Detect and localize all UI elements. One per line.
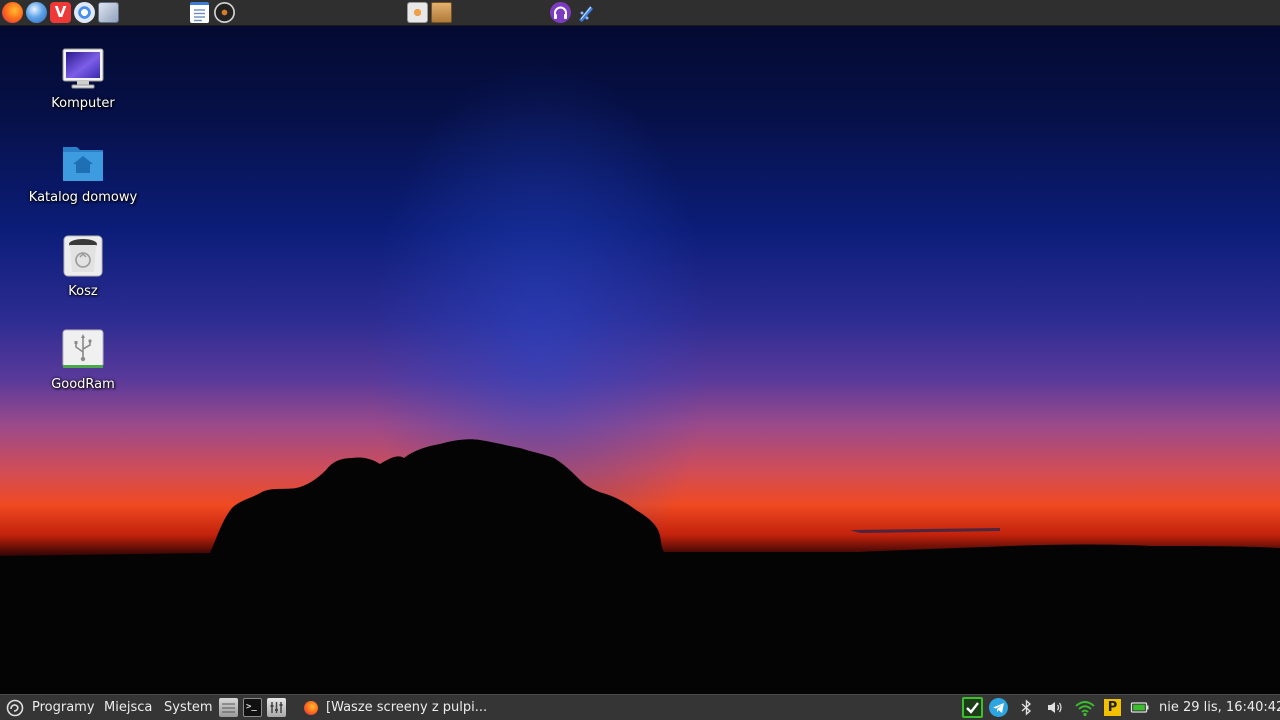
chromium-icon[interactable] [74, 2, 95, 23]
headphones-icon[interactable] [550, 2, 571, 23]
system-menu[interactable]: System [164, 695, 212, 720]
network-settings-icon[interactable] [98, 2, 119, 23]
bluetooth-transfer-icon[interactable] [575, 2, 596, 23]
clock[interactable]: nie 29 lis, 16:40:42 [1159, 695, 1280, 720]
wifi-icon[interactable] [1074, 698, 1096, 717]
battery-icon[interactable] [1130, 698, 1150, 717]
home-folder-icon [62, 141, 104, 183]
computer-icon [62, 47, 104, 89]
firefox-icon[interactable] [2, 2, 23, 23]
desktop-icon-kosz[interactable]: Kosz [20, 235, 146, 299]
vivaldi-icon[interactable]: V [50, 2, 71, 23]
desktop-icon-katalog-domowy[interactable]: Katalog domowy [20, 141, 146, 205]
terminal-icon[interactable]: >_ [243, 698, 262, 717]
usb-drive-icon [62, 328, 104, 370]
telegram-icon[interactable] [989, 698, 1008, 717]
taskbar-window-title: [Wasze screeny z pulpi... [326, 700, 488, 715]
top-panel: V [0, 0, 1280, 26]
media-player-icon[interactable] [214, 2, 235, 23]
firefox-icon [304, 701, 318, 715]
file-manager-icon[interactable] [219, 698, 238, 717]
taskbar-window-button[interactable]: [Wasze screeny z pulpi... [296, 695, 488, 720]
desktop-icon-label: GoodRam [51, 377, 115, 392]
trash-icon [62, 235, 104, 277]
programy-menu-label: Programy [32, 700, 95, 715]
text-document-icon[interactable] [190, 2, 209, 23]
bluetooth-icon[interactable] [1017, 698, 1036, 717]
system-logo-icon [6, 699, 24, 717]
wallpaper-tree-silhouette [0, 439, 1280, 720]
update-status-icon[interactable] [962, 697, 983, 718]
archive-manager-icon[interactable] [431, 2, 452, 23]
desktop-icon-komputer[interactable]: Komputer [20, 47, 146, 111]
browser-globe-icon[interactable] [26, 2, 47, 23]
desktop-icon-label: Komputer [51, 96, 115, 111]
image-viewer-icon[interactable] [407, 2, 428, 23]
desktop-icon-goodram[interactable]: GoodRam [20, 328, 146, 392]
clipboard-manager-icon[interactable]: P [1103, 698, 1122, 717]
desktop-icon-label: Katalog domowy [28, 190, 138, 205]
system-monitor-icon[interactable] [267, 698, 286, 717]
desktop-icon-label: Kosz [68, 284, 98, 299]
miejsca-menu[interactable]: Miejsca [104, 695, 152, 720]
desktop[interactable]: V Komputer Katalog domowy Kosz GoodRam P… [0, 0, 1280, 720]
volume-icon[interactable] [1045, 698, 1064, 717]
bottom-panel: Programy Miejsca System >_ [Wasze screen… [0, 694, 1280, 720]
